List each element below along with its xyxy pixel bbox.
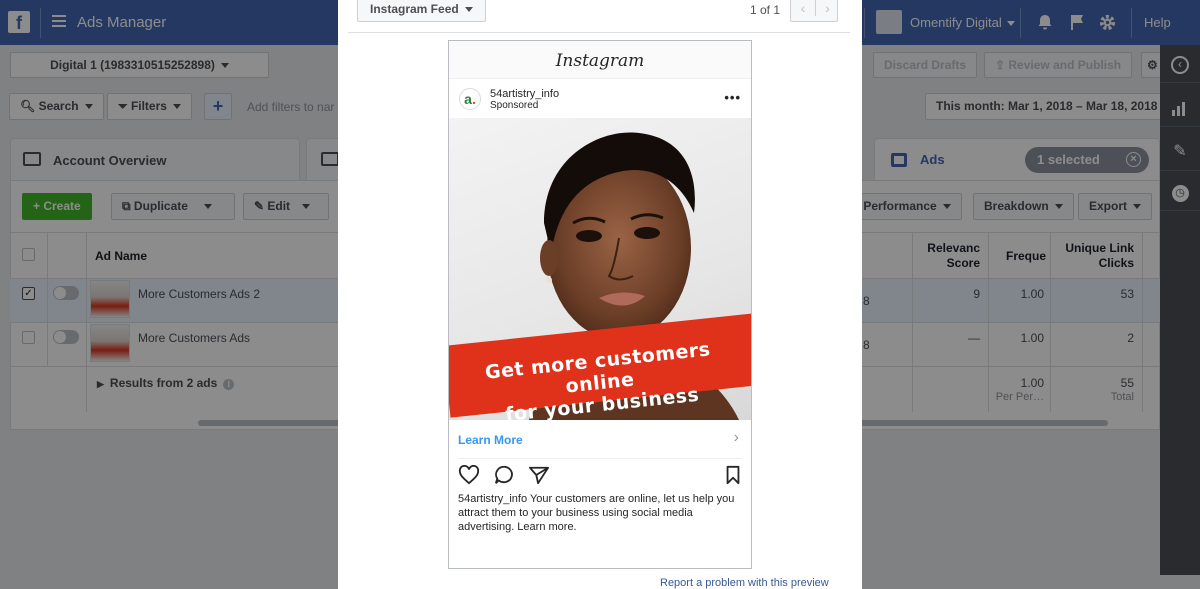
cta-row[interactable]: Learn More › [449,420,751,458]
chevron-right-icon[interactable]: › [815,0,839,16]
share-icon[interactable] [528,465,550,485]
heart-icon[interactable] [458,465,480,485]
chevron-right-icon: › [733,429,739,446]
ad-creative-image[interactable]: Get more customers online for your busine… [449,118,751,420]
post-actions [449,463,751,491]
comment-icon[interactable] [494,465,516,485]
learn-more-link[interactable]: Learn More [458,433,523,447]
chevron-left-icon[interactable]: ‹ [791,0,815,16]
post-header: a. 54artistry_info Sponsored ••• [449,80,751,118]
instagram-wordmark: Instagram [449,41,751,79]
divider [458,458,742,459]
account-avatar[interactable]: a. [459,88,481,110]
preview-pager: 1 of 1 [750,3,781,17]
post-caption: 54artistry_info Your customers are onlin… [458,492,746,534]
report-problem-link[interactable]: Report a problem with this preview [660,577,829,589]
pager-buttons: ‹ › [790,0,838,22]
more-icon[interactable]: ••• [724,90,741,105]
placement-label: Instagram Feed [370,2,459,16]
account-name[interactable]: 54artistry_info [490,88,559,100]
ad-preview-modal: Instagram Feed 1 of 1 ‹ › Instagram a. 5… [338,0,862,589]
instagram-post-preview: Instagram a. 54artistry_info Sponsored •… [448,40,752,569]
sponsored-label: Sponsored [490,100,539,111]
bookmark-icon[interactable] [725,465,741,485]
chevron-down-icon [464,7,473,13]
caption-username[interactable]: 54artistry_info [458,493,527,505]
divider [348,32,850,33]
placement-dropdown[interactable]: Instagram Feed [357,0,486,22]
